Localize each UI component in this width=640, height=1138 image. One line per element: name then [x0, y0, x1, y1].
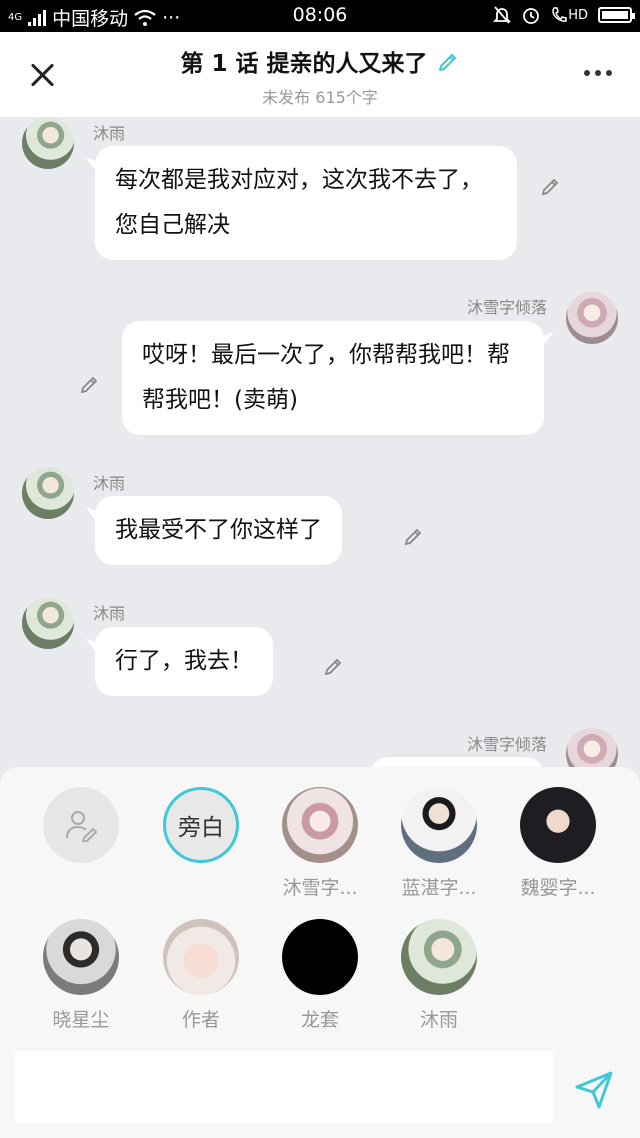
role-item[interactable]: 魏婴字...: [503, 787, 613, 900]
avatar[interactable]: [22, 467, 74, 519]
message-bubble[interactable]: 行了，我去！: [95, 627, 273, 696]
episode-title: 第 1 话 提亲的人又来了: [180, 51, 428, 77]
episode-title-row[interactable]: 第 1 话 提亲的人又来了: [180, 44, 459, 78]
edit-message-icon[interactable]: [78, 371, 102, 395]
role-avatar[interactable]: [282, 787, 358, 863]
avatar[interactable]: [22, 597, 74, 649]
episode-title-area: 第 1 话 提亲的人又来了 未发布 615个字: [120, 44, 520, 108]
sender-name: 沐雪字倾落: [466, 298, 547, 317]
role-name: 沐雨: [419, 1009, 458, 1031]
sender-name: 沐雪字倾落: [466, 735, 547, 754]
role-name: 魏婴字...: [520, 877, 596, 899]
role-avatar[interactable]: [282, 919, 358, 995]
sender-name: 沐雨: [93, 474, 126, 493]
edit-title-icon[interactable]: [436, 49, 460, 73]
status-bar: 4G 中国移动 ··· 08:06 HD: [0, 0, 640, 32]
avatar[interactable]: [22, 117, 74, 169]
battery-icon: [598, 7, 635, 23]
avatar[interactable]: [566, 728, 618, 767]
role-name: 晓星尘: [52, 1009, 110, 1031]
edit-message-icon[interactable]: [402, 523, 426, 547]
role-item[interactable]: 沐雨: [384, 919, 494, 1032]
edit-message-icon[interactable]: [322, 653, 346, 677]
hd-call-icon: HD: [551, 6, 588, 24]
hd-label: HD: [568, 7, 588, 23]
publish-status: 未发布 615个字: [262, 88, 378, 107]
add-person-icon: [66, 811, 97, 842]
role-name: 作者: [181, 1009, 220, 1031]
role-avatar[interactable]: [401, 787, 477, 863]
role-name: 沐雪字...: [282, 877, 358, 899]
role-narrator[interactable]: 旁白: [146, 787, 256, 863]
role-avatar[interactable]: [43, 919, 119, 995]
editor-header: 第 1 话 提亲的人又来了 未发布 615个字: [0, 32, 640, 117]
add-role-circle[interactable]: [43, 787, 119, 863]
message-bubble[interactable]: 每次都是我对应对，这次我不去了，您自己解决: [95, 146, 517, 260]
role-item[interactable]: 晓星尘: [26, 919, 136, 1032]
role-picker-panel: 旁白 沐雪字... 蓝湛字... 魏婴字... 晓星尘 作者 龙套 沐雨: [0, 767, 640, 1138]
role-avatar[interactable]: [520, 787, 596, 863]
edit-message-icon[interactable]: [539, 173, 563, 197]
more-menu-icon[interactable]: [584, 70, 612, 76]
message-input[interactable]: [14, 1051, 554, 1123]
role-item[interactable]: 蓝湛字...: [384, 787, 494, 900]
send-icon[interactable]: [572, 1067, 616, 1111]
alarm-icon: [523, 8, 540, 24]
role-item[interactable]: 沐雪字...: [265, 787, 375, 900]
role-name: 龙套: [300, 1009, 339, 1031]
role-avatar[interactable]: [401, 919, 477, 995]
role-avatar[interactable]: [163, 919, 239, 995]
message-bubble[interactable]: [370, 757, 544, 767]
narrator-circle[interactable]: 旁白: [163, 787, 239, 863]
bell-muted-icon: [493, 6, 512, 24]
role-item[interactable]: 龙套: [265, 919, 375, 1032]
avatar[interactable]: [566, 292, 618, 344]
message-bubble[interactable]: 我最受不了你这样了: [95, 496, 342, 565]
sender-name: 沐雨: [93, 124, 126, 143]
message-bubble[interactable]: 哎呀！最后一次了，你帮帮我吧！帮帮我吧！(卖萌): [122, 321, 544, 435]
role-name: 蓝湛字...: [401, 877, 477, 899]
chat-area[interactable]: 沐雨 每次都是我对应对，这次我不去了，您自己解决 沐雪字倾落 哎呀！最后一次了，…: [0, 117, 640, 767]
close-icon[interactable]: [26, 58, 60, 92]
add-role-button[interactable]: [26, 787, 136, 863]
role-item[interactable]: 作者: [146, 919, 256, 1032]
sender-name: 沐雨: [93, 604, 126, 623]
